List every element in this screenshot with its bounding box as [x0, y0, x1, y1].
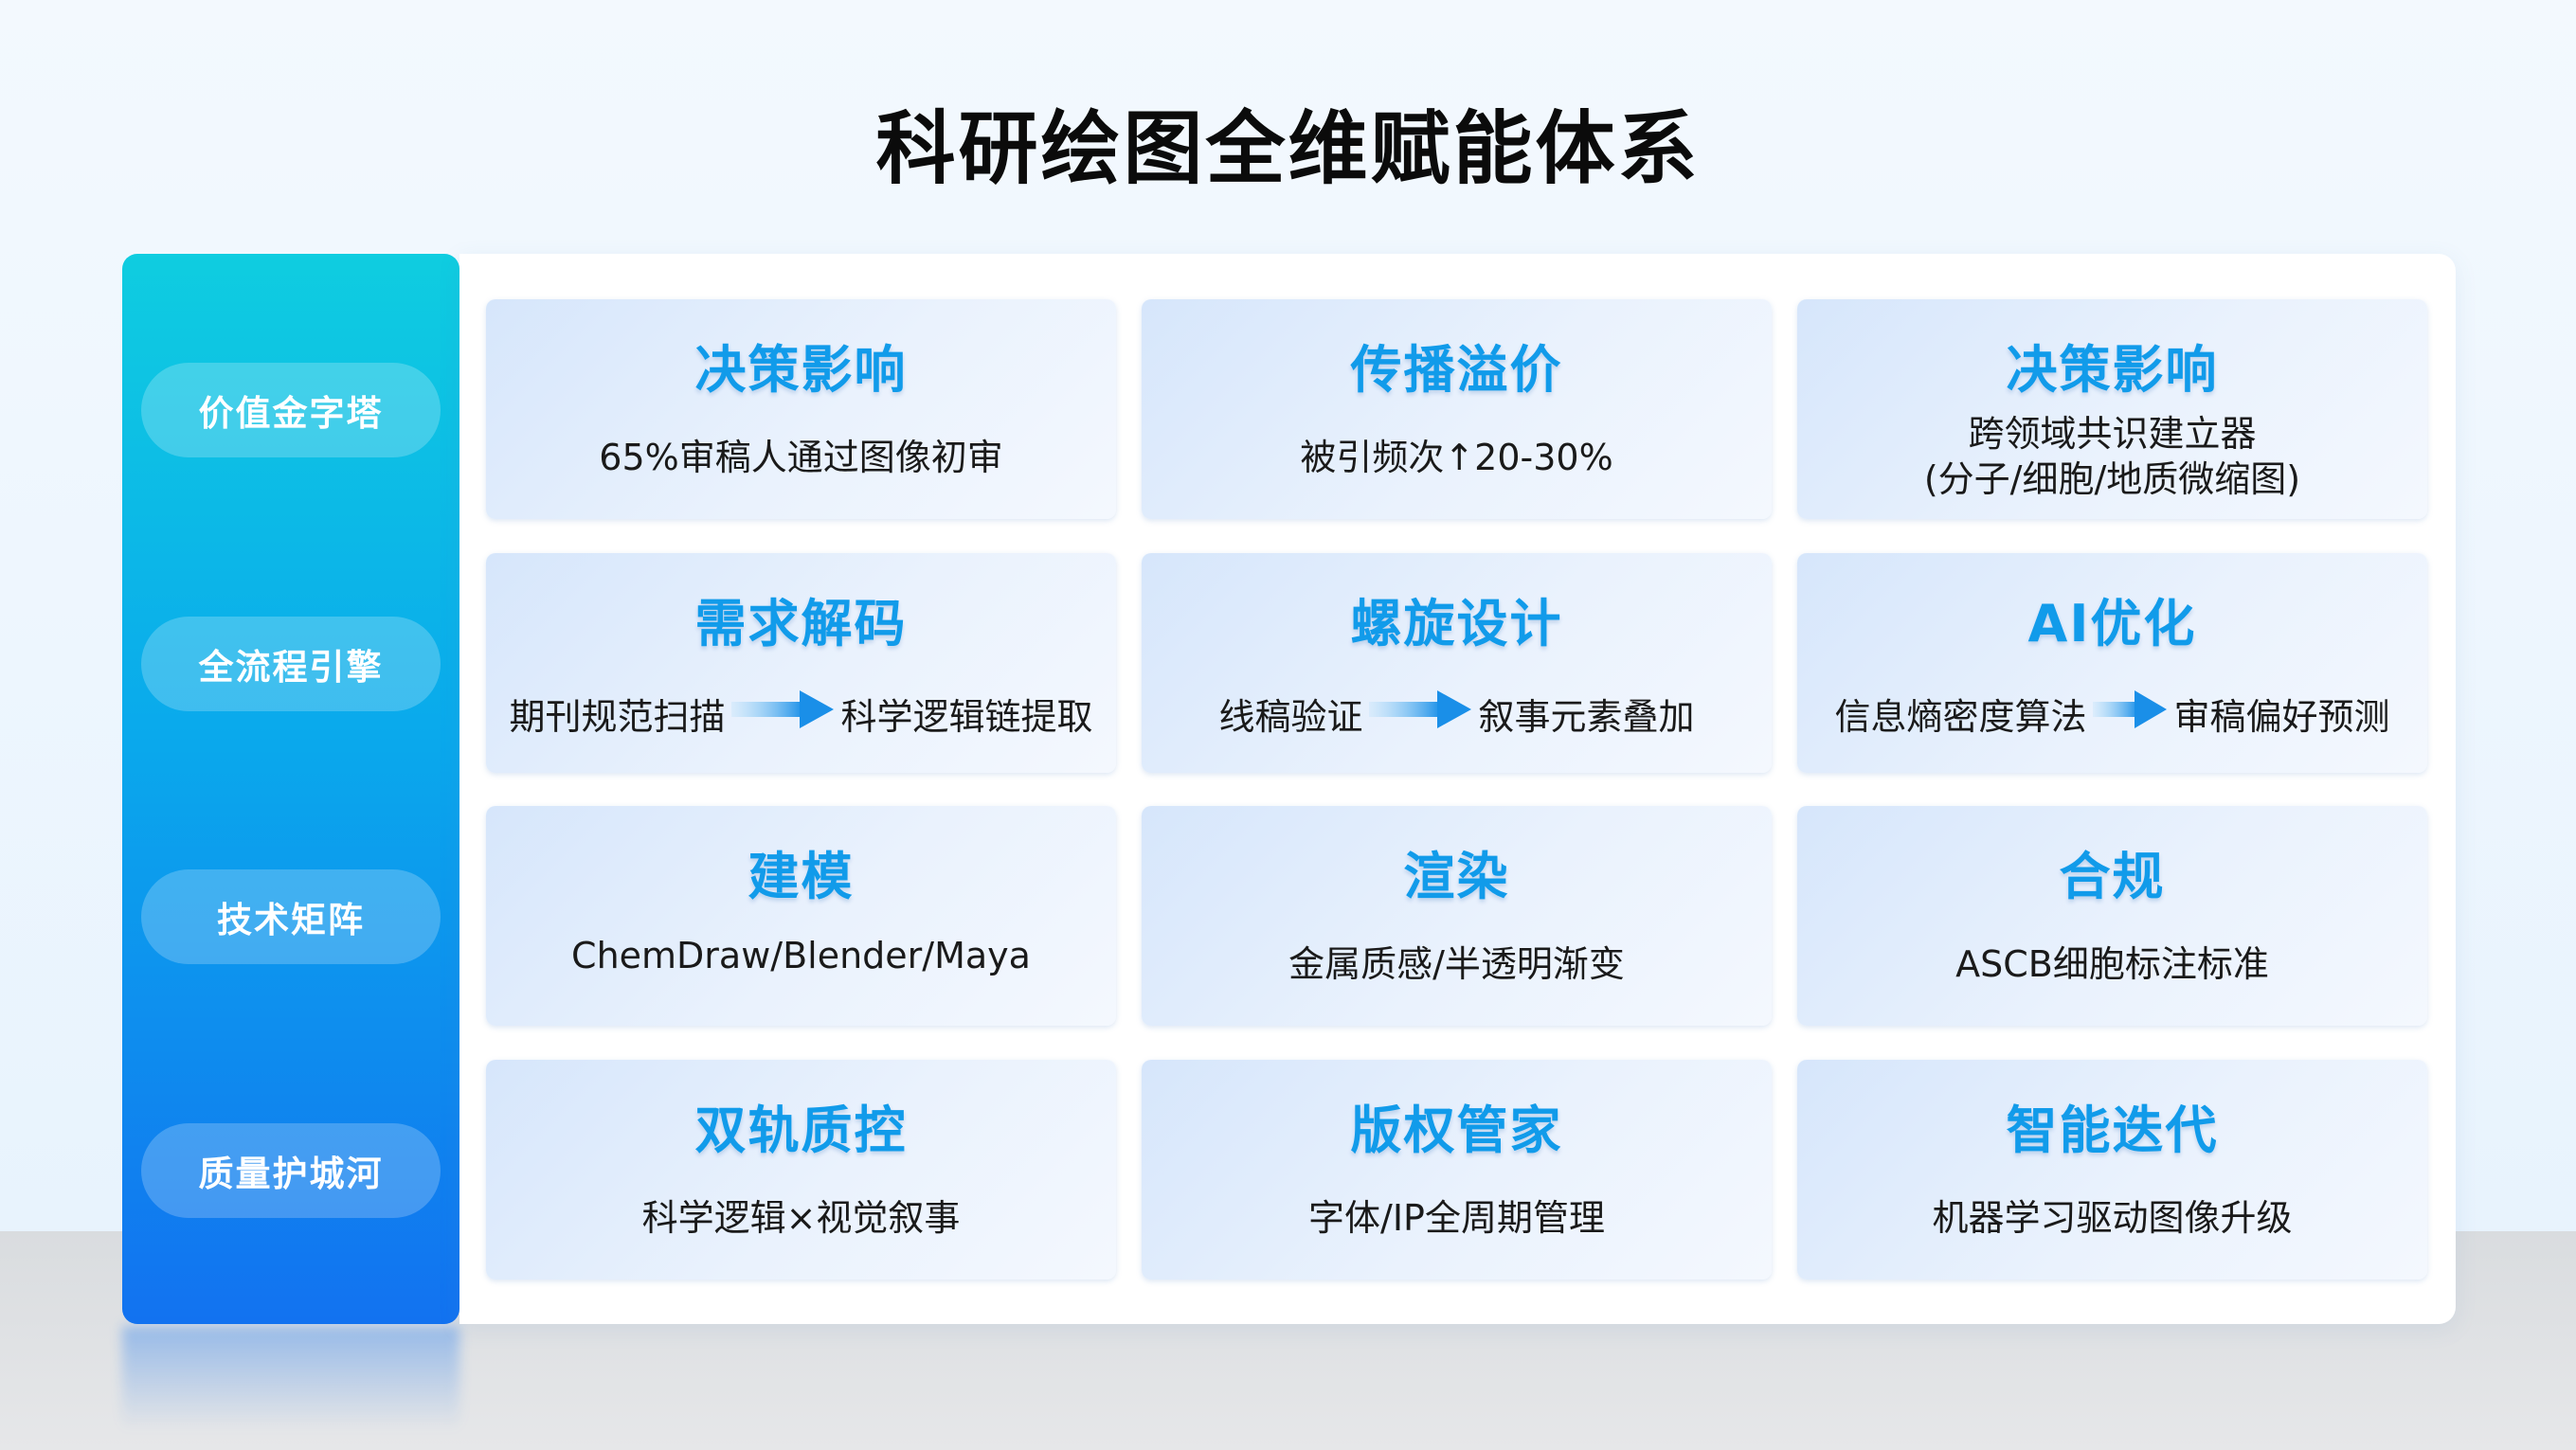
card-description: 65%审稿人通过图像初审 [599, 437, 1003, 478]
card-title: 双轨质控 [694, 1101, 908, 1160]
card-title: 版权管家 [1350, 1101, 1563, 1160]
card-description: ChemDraw/Blender/Maya [571, 935, 1031, 976]
card-title: 决策影响 [2006, 340, 2219, 400]
card-description: 金属质感/半透明渐变 [1288, 943, 1625, 985]
arrow-right-icon [730, 688, 836, 740]
category-label-tech-matrix: 技术矩阵 [141, 869, 441, 964]
card-smart-iteration: 智能迭代 机器学习驱动图像升级 [1797, 1060, 2427, 1280]
flow-step: 信息熵密度算法 审稿偏好预测 [1797, 688, 2427, 740]
page-title: 科研绘图全维赋能体系 [875, 102, 1701, 195]
flow-to: 科学逻辑链提取 [840, 696, 1093, 738]
card-copyright-manager: 版权管家 字体/IP全周期管理 [1142, 1060, 1772, 1280]
card-title: 需求解码 [694, 594, 908, 653]
card-ai-optimization: AI优化 信息熵密度算法 审稿偏好预测 [1797, 553, 2427, 773]
category-sidebar: 价值金字塔 全流程引擎 技术矩阵 质量护城河 [122, 254, 459, 1324]
card-description: 跨领域共识建立器 (分子/细胞/地质微缩图) [1797, 411, 2427, 502]
card-title: 合规 [2059, 847, 2166, 906]
flow-from: 期刊规范扫描 [509, 696, 726, 738]
card-title: 渲染 [1403, 847, 1510, 906]
card-description: ASCB细胞标注标准 [1955, 943, 2269, 985]
card-description-line: 跨领域共识建立器 [1968, 413, 2257, 455]
flow-to: 叙事元素叠加 [1478, 696, 1695, 738]
card-compliance: 合规 ASCB细胞标注标准 [1797, 806, 2427, 1026]
card-decision-impact: 决策影响 65%审稿人通过图像初审 [486, 299, 1116, 519]
sidebar-reflection [122, 1326, 459, 1430]
category-label-value-pyramid: 价值金字塔 [141, 363, 441, 457]
flow-from: 信息熵密度算法 [1834, 696, 2087, 738]
category-label-process-engine: 全流程引擎 [141, 617, 441, 711]
flow-step: 线稿验证 叙事元素叠加 [1142, 688, 1772, 740]
card-description-line: (分子/细胞/地质微缩图) [1923, 458, 2301, 500]
content-panel: 决策影响 65%审稿人通过图像初审 传播溢价 被引频次↑20-30% 决策影响 … [459, 254, 2456, 1324]
flow-step: 期刊规范扫描 科学逻辑链提取 [486, 688, 1116, 740]
card-description: 字体/IP全周期管理 [1308, 1197, 1605, 1239]
flow-from: 线稿验证 [1218, 696, 1363, 738]
card-title: AI优化 [2027, 594, 2197, 653]
card-title: 螺旋设计 [1350, 594, 1563, 653]
card-requirement-decoding: 需求解码 期刊规范扫描 科学逻辑链提取 [486, 553, 1116, 773]
card-citation-premium: 传播溢价 被引频次↑20-30% [1142, 299, 1772, 519]
flow-to: 审稿偏好预测 [2173, 696, 2390, 738]
card-title: 智能迭代 [2006, 1101, 2219, 1160]
category-label-quality-moat: 质量护城河 [141, 1123, 441, 1218]
card-spiral-design: 螺旋设计 线稿验证 叙事元素叠加 [1142, 553, 1772, 773]
card-title: 建模 [748, 847, 855, 906]
card-rendering: 渲染 金属质感/半透明渐变 [1142, 806, 1772, 1026]
card-dual-track-qc: 双轨质控 科学逻辑×视觉叙事 [486, 1060, 1116, 1280]
card-description: 被引频次↑20-30% [1300, 437, 1613, 478]
card-cross-domain-consensus: 决策影响 跨领域共识建立器 (分子/细胞/地质微缩图) [1797, 299, 2427, 519]
card-title: 决策影响 [694, 340, 908, 400]
arrow-right-icon [1368, 688, 1473, 740]
card-modeling: 建模 ChemDraw/Blender/Maya [486, 806, 1116, 1026]
card-title: 传播溢价 [1350, 340, 1563, 400]
card-description: 科学逻辑×视觉叙事 [641, 1197, 961, 1239]
card-description: 机器学习驱动图像升级 [1932, 1197, 2293, 1239]
arrow-right-icon [2092, 688, 2169, 740]
